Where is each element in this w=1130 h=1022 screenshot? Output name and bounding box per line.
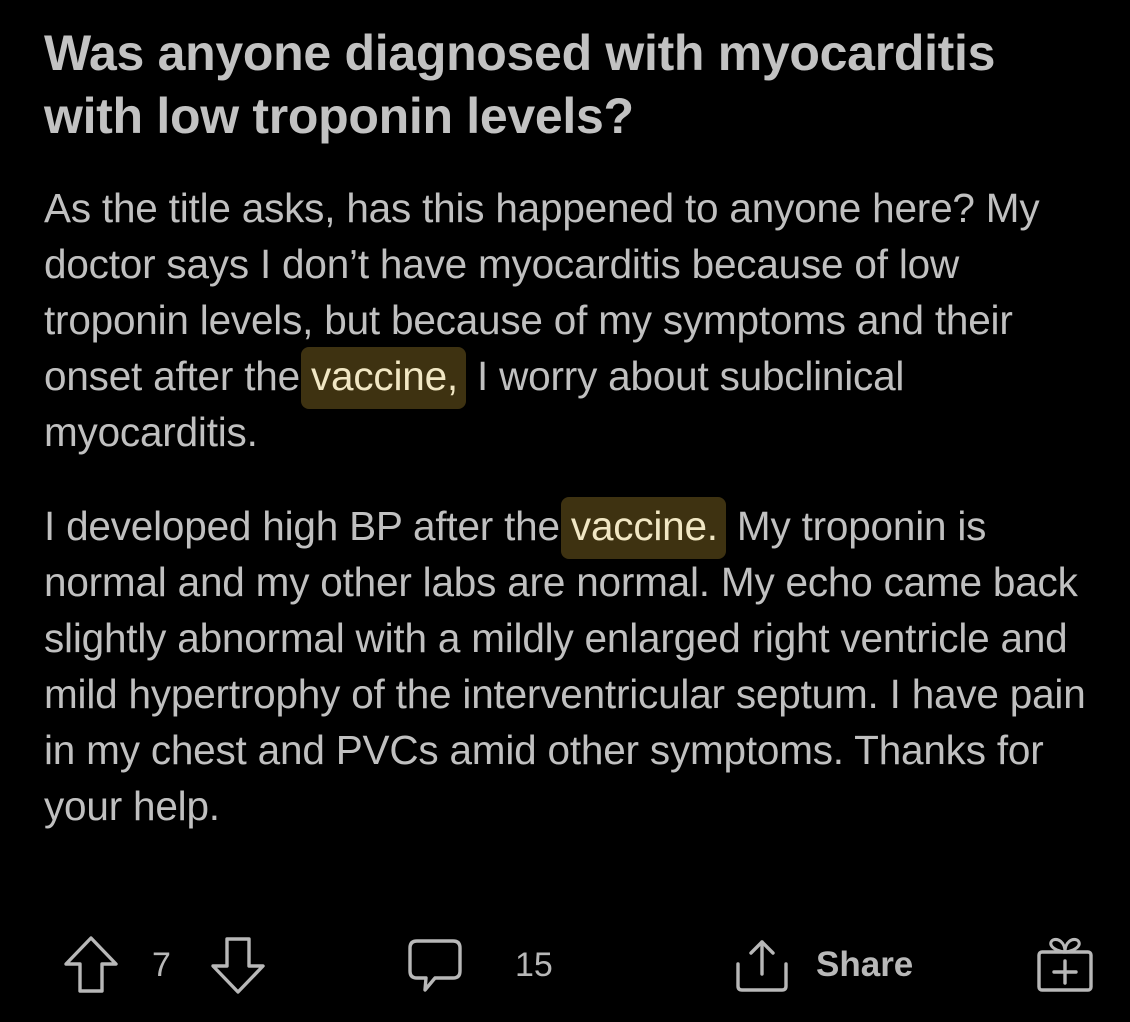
post: Was anyone diagnosed with myocarditis wi… bbox=[44, 22, 1104, 834]
share-button[interactable]: Share bbox=[732, 930, 913, 1000]
vote-count-text: 7 bbox=[152, 945, 171, 984]
comments-button[interactable]: 15 bbox=[405, 930, 553, 1000]
upvote-button[interactable] bbox=[62, 930, 120, 1000]
search-highlight[interactable]: vaccine, bbox=[300, 347, 466, 409]
post-title[interactable]: Was anyone diagnosed with myocarditis wi… bbox=[44, 22, 1104, 148]
post-paragraph-1: As the title asks, has this happened to … bbox=[44, 180, 1104, 460]
post-action-bar: 7 15 Share bbox=[0, 930, 1130, 1000]
post-paragraph-2: I developed high BP after the vaccine. M… bbox=[44, 497, 1104, 834]
comment-count: 15 bbox=[515, 945, 553, 984]
post-body: As the title asks, has this happened to … bbox=[44, 180, 1104, 834]
search-highlight[interactable]: vaccine. bbox=[560, 497, 726, 559]
paragraph-2-text-before: I developed high BP after the bbox=[44, 503, 571, 549]
arrow-up-icon[interactable] bbox=[62, 934, 120, 996]
speech-bubble-icon[interactable] bbox=[405, 934, 465, 996]
vote-count: 7 bbox=[152, 930, 171, 1000]
downvote-button[interactable] bbox=[209, 930, 267, 1000]
share-icon[interactable] bbox=[732, 934, 792, 996]
gift-award-icon[interactable] bbox=[1034, 934, 1096, 996]
arrow-down-icon[interactable] bbox=[209, 934, 267, 996]
award-button[interactable] bbox=[1034, 930, 1096, 1000]
share-label: Share bbox=[816, 945, 914, 984]
